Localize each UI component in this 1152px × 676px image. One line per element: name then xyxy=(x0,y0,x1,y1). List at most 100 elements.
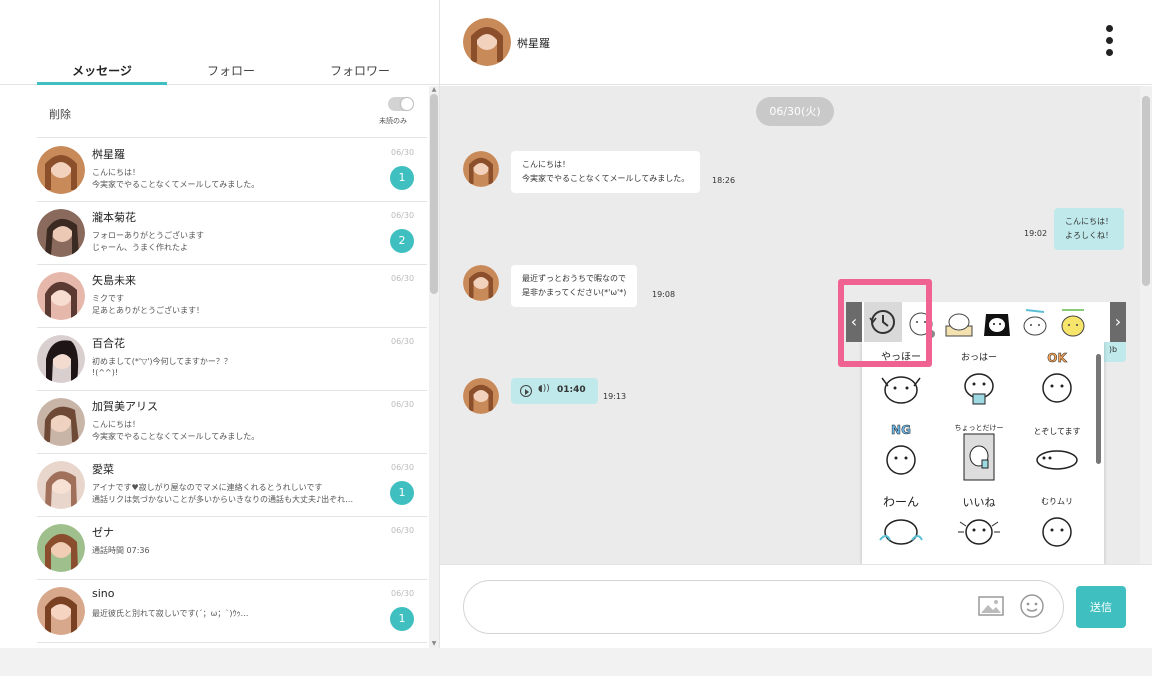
message-bubble-mine: こんにちは！ よろしくね！ xyxy=(1054,208,1124,250)
message-time: 19:13 xyxy=(603,392,627,401)
conversation-item[interactable]: 桝星羅 こんにちは！ 今実家でやることなくてメールしてみました。 06/30 1 xyxy=(37,139,427,202)
conversation-item[interactable]: sino 最近彼氏と別れて寂しいです(´；ω；`)ｳｩ… 06/30 1 xyxy=(37,580,427,643)
conversation-name: sino xyxy=(92,587,115,600)
sticker-item[interactable]: わーん xyxy=(868,492,934,558)
conversation-date: 06/30 xyxy=(391,463,415,472)
sticker-caption: おっはー xyxy=(961,352,997,363)
conversation-list: 削除 未読のみ 桝星羅 こんにちは！ 今実家でやることなくてメールしてみました。… xyxy=(0,86,440,648)
sticker-item[interactable]: いいね xyxy=(946,492,1012,558)
conversation-name: 瀧本菊花 xyxy=(92,211,136,224)
list-scrollbar-thumb[interactable] xyxy=(430,94,438,294)
chevron-right-icon[interactable]: › xyxy=(1110,302,1126,342)
avatar[interactable] xyxy=(463,265,499,301)
unread-only-toggle[interactable] xyxy=(388,97,414,111)
message-text: 是非かまってください(*'ω'*) xyxy=(522,288,627,297)
conversation-date: 06/30 xyxy=(391,400,415,409)
tab-followers[interactable]: フォロワー xyxy=(295,62,425,84)
highlight-annotation xyxy=(838,279,932,367)
conversation-preview: 今実家でやることなくてメールしてみました。 xyxy=(92,180,260,189)
scroll-down-icon[interactable]: ▼ xyxy=(429,640,439,648)
sticker-caption: NG xyxy=(891,423,911,437)
conversation-item[interactable]: ゼナ 通話時間 07:36 06/30 xyxy=(37,517,427,580)
message-time: 18:26 xyxy=(712,176,736,185)
sticker-item[interactable]: むりムリ xyxy=(1024,492,1090,558)
conversation-preview: 最近彼氏と別れて寂しいです(´；ω；`)ｳｩ… xyxy=(92,609,249,618)
conversation-preview: 足あとありがとうございます！ xyxy=(92,306,204,315)
sticker-panel: やっほー おっはー OK NG ちょっとだけー とぞしてます わーん いいね む… xyxy=(862,342,1104,564)
message-bubble: 最近ずっとおうちで暇なので 是非かまってください(*'ω'*) xyxy=(511,265,638,307)
play-icon[interactable] xyxy=(520,385,532,397)
sticker-item[interactable]: NG xyxy=(868,420,934,486)
conversation-preview: こんにちは！ xyxy=(92,168,140,177)
conversation-name: 百合花 xyxy=(92,337,125,350)
avatar xyxy=(37,398,85,446)
tab-messages[interactable]: メッセージ xyxy=(37,62,167,85)
sticker-item[interactable]: ちょっとだけー xyxy=(946,420,1012,486)
message-bubble: こんにちは！ 今実家でやることなくてメールしてみました。 xyxy=(511,151,701,193)
tab-follow[interactable]: フォロー xyxy=(166,62,296,84)
unread-badge: 1 xyxy=(390,607,414,631)
message-time: 19:02 xyxy=(1024,229,1048,238)
avatar xyxy=(37,209,85,257)
message-input[interactable] xyxy=(463,580,1064,634)
delete-button[interactable]: 削除 xyxy=(49,106,71,122)
conversation-name: 加賀美アリス xyxy=(92,400,158,413)
list-toolbar: 削除 未読のみ xyxy=(37,86,427,138)
sticker-caption: いいね xyxy=(963,496,996,509)
avatar xyxy=(37,461,85,509)
conversation-item[interactable]: 矢島未来 ミクです 足あとありがとうございます！ 06/30 xyxy=(37,265,427,328)
avatar[interactable] xyxy=(463,151,499,187)
conversation-preview: じゃーん、うまく作れたよ xyxy=(92,243,188,252)
avatar xyxy=(37,524,85,572)
unread-badge: 2 xyxy=(390,229,414,253)
message-text: )b xyxy=(1108,345,1118,354)
chat-scrollbar-thumb[interactable] xyxy=(1142,96,1150,286)
scroll-up-icon[interactable]: ▲ xyxy=(429,86,439,94)
message-text: こんにちは！ xyxy=(522,160,570,169)
message-text: よろしくね！ xyxy=(1065,231,1113,240)
conversation-name: 愛菜 xyxy=(92,463,114,476)
image-icon[interactable] xyxy=(978,595,1004,617)
avatar[interactable] xyxy=(463,18,511,66)
avatar xyxy=(37,146,85,194)
message-text: 最近ずっとおうちで暇なので xyxy=(522,274,626,283)
conversation-preview: 今実家でやることなくてメールしてみました。 xyxy=(92,432,260,441)
conversation-name: 桝星羅 xyxy=(92,148,125,161)
conversation-preview: 通話リクは気づかないことが多いからいきなりの通話も大丈夫♪出ぞれ… xyxy=(92,495,354,504)
sticker-caption: わーん xyxy=(883,495,919,509)
conversation-date: 06/30 xyxy=(391,148,415,157)
send-button[interactable]: 送信 xyxy=(1076,586,1126,628)
app-window: メッセージ フォロー フォロワー 削除 未読のみ 桝星羅 こんにちは！ 今実家で… xyxy=(0,0,1152,648)
conversation-preview: こんにちは！ xyxy=(92,420,140,429)
sticker-grid: やっほー おっはー OK NG ちょっとだけー とぞしてます わーん いいね む… xyxy=(862,348,1094,564)
date-separator: 06/30(火) xyxy=(756,97,834,126)
conversation-item[interactable]: 百合花 初めまして(*'▽')今何してますかー？？ !(^^)! 06/30 xyxy=(37,328,427,391)
conversation-preview: フォローありがとうございます xyxy=(92,231,204,240)
sticker-caption: とぞしてます xyxy=(1033,427,1080,436)
conversation-preview: 通話時間 07:36 xyxy=(92,546,150,555)
more-menu-icon[interactable] xyxy=(1104,25,1114,59)
sticker-set-tab[interactable] xyxy=(1056,304,1090,340)
sticker-set-tab[interactable] xyxy=(942,304,976,340)
avatar xyxy=(37,272,85,320)
conversation-name: ゼナ xyxy=(92,526,114,539)
chat-partner-name: 桝星羅 xyxy=(517,37,550,50)
avatar[interactable] xyxy=(463,378,499,414)
conversation-date: 06/30 xyxy=(391,211,415,220)
emoji-icon[interactable] xyxy=(1019,593,1045,619)
avatar xyxy=(37,587,85,635)
audio-message[interactable]: ◖)) 01:40 xyxy=(511,378,598,404)
conversation-date: 06/30 xyxy=(391,274,415,283)
message-time: 19:08 xyxy=(652,290,676,299)
conversation-item[interactable]: 加賀美アリス こんにちは！ 今実家でやることなくてメールしてみました。 06/3… xyxy=(37,391,427,454)
sticker-panel-scrollbar[interactable] xyxy=(1096,354,1101,464)
conversation-date: 06/30 xyxy=(391,337,415,346)
sticker-item[interactable]: とぞしてます xyxy=(1024,420,1090,486)
sticker-set-tab[interactable] xyxy=(980,304,1014,340)
conversation-item[interactable]: 瀧本菊花 フォローありがとうございます じゃーん、うまく作れたよ 06/30 2 xyxy=(37,202,427,265)
conversation-preview: アイナです♥寂しがり屋なのでマメに連絡くれるとうれしいです xyxy=(92,483,323,492)
sticker-set-tab[interactable] xyxy=(1018,304,1052,340)
sticker-item[interactable]: おっはー xyxy=(946,348,1012,414)
conversation-item[interactable]: 愛菜 アイナです♥寂しがり屋なのでマメに連絡くれるとうれしいです 通話リクは気づ… xyxy=(37,454,427,517)
sticker-item[interactable]: OK xyxy=(1024,348,1090,414)
